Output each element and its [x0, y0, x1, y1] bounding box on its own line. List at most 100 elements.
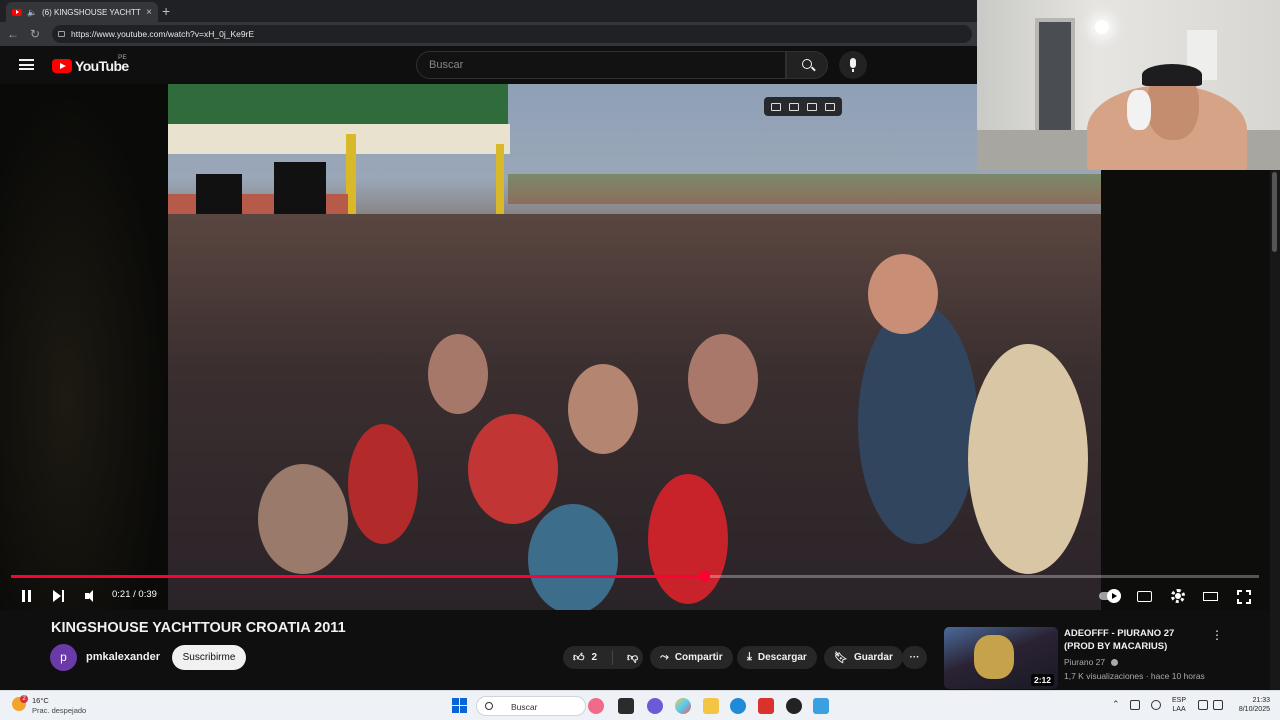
subscribe-button[interactable]: Suscribirme — [172, 645, 246, 670]
reload-icon[interactable]: ↻ — [24, 27, 46, 41]
share-button[interactable]: ⤳ Compartir — [650, 646, 733, 669]
taskbar-search[interactable]: Buscar — [476, 696, 586, 716]
pause-icon[interactable] — [20, 583, 34, 607]
settings-gear-icon[interactable] — [1170, 583, 1186, 607]
search-input[interactable]: Buscar — [416, 51, 786, 79]
video-title: KINGSHOUSE YACHTTOUR CROATIA 2011 — [51, 620, 346, 636]
autoplay-toggle[interactable] — [1099, 583, 1123, 607]
back-arrow-icon[interactable]: ← — [2, 27, 24, 41]
youtube-logo[interactable]: YouTube PE — [52, 54, 129, 74]
headphones-icon — [1127, 90, 1151, 130]
crowd-head-3 — [428, 334, 488, 414]
time-display: 0:21 / 0:39 — [112, 589, 157, 600]
recommendation-thumbnail[interactable]: 2:12 — [944, 627, 1058, 689]
wifi-icon[interactable] — [1198, 700, 1208, 710]
keyboard-layout: LAA — [1172, 706, 1186, 713]
channel-name[interactable]: pmkalexander — [86, 651, 160, 663]
new-tab-button[interactable]: + — [162, 3, 170, 19]
player-letterbox-right — [1101, 170, 1270, 610]
volume-icon[interactable] — [84, 583, 100, 607]
search-icon — [802, 59, 812, 69]
audio-playing-icon[interactable]: 🔈 — [27, 8, 37, 17]
youtube-header: YouTube PE Buscar — [0, 46, 980, 84]
url-text: https://www.youtube.com/watch?v=xH_0j_Ke… — [71, 29, 255, 39]
streamer-hair — [1142, 64, 1202, 86]
blue-shirt-man — [858, 304, 978, 544]
bookmark-icon: 🔖︎ — [834, 652, 848, 664]
url-field[interactable]: https://www.youtube.com/watch?v=xH_0j_Ke… — [52, 25, 972, 43]
progress-played — [11, 575, 704, 578]
save-label: Guardar — [853, 652, 893, 663]
speaker-icon[interactable] — [1213, 700, 1223, 710]
thumbs-up-icon: 👍︎ — [573, 652, 585, 664]
tray-app-icon[interactable] — [1130, 700, 1140, 710]
voice-search-button[interactable] — [839, 51, 867, 79]
recommendation-menu-icon[interactable]: ⋮ — [1211, 628, 1223, 642]
player-letterbox-left — [0, 84, 168, 610]
video-overlay-toolbar[interactable] — [764, 97, 842, 116]
language-code: ESP — [1172, 697, 1187, 704]
download-button[interactable]: ⤓ Descargar — [737, 646, 817, 669]
download-label: Descargar — [757, 652, 807, 663]
ceiling-light — [1095, 20, 1109, 34]
youtube-favicon-icon — [12, 8, 22, 16]
channel-avatar[interactable]: p — [50, 644, 77, 671]
youtube-play-icon — [52, 59, 72, 73]
hamburger-menu-icon[interactable] — [19, 59, 34, 70]
player-controls: 0:21 / 0:39 — [0, 580, 1270, 610]
chevron-up-icon[interactable]: ⌃ — [1112, 699, 1120, 710]
microphone-icon[interactable] — [1151, 700, 1161, 710]
like-button[interactable]: 👍︎ 2 — [563, 650, 613, 665]
taskbar-search-label: Buscar — [511, 702, 538, 712]
edge-browser-icon[interactable] — [730, 698, 746, 714]
tent-canopy — [168, 124, 510, 154]
fullscreen-icon[interactable] — [1236, 583, 1252, 607]
red-shirt — [468, 414, 558, 524]
autoplay-icon — [1107, 589, 1121, 603]
task-view-icon[interactable] — [618, 698, 634, 714]
recommendation-title[interactable]: ADEOFFF - PIURANO 27 (PROD BY MACARIUS) — [1064, 628, 1206, 653]
recommendation-channel-name: Piurano 27 — [1064, 657, 1106, 667]
translate-icon[interactable] — [825, 102, 835, 111]
share-label: Compartir — [674, 652, 723, 663]
picture-in-picture-icon[interactable] — [771, 102, 781, 111]
recommendation-channel[interactable]: Piurano 27 — [1064, 657, 1118, 667]
webcam-overlay — [977, 0, 1280, 170]
theater-mode-icon[interactable] — [1203, 583, 1219, 607]
clock-time: 21:33 — [1252, 697, 1270, 704]
crowd-body — [258, 464, 348, 574]
recommendation-duration: 2:12 — [1030, 674, 1054, 686]
browser-tab[interactable]: 🔈 (6) KINGSHOUSE YACHTTOUR × — [6, 2, 158, 22]
discord-icon[interactable] — [647, 698, 663, 714]
save-button[interactable]: 🔖︎ Guardar — [824, 646, 903, 669]
next-video-icon[interactable] — [52, 583, 66, 607]
windows-taskbar: 2 16°C Prac. despejado Buscar ⌃ ESP LAA … — [0, 690, 1280, 720]
share-icon: ⤳ — [660, 651, 669, 663]
weather-description[interactable]: Prac. despejado — [32, 706, 86, 715]
microphone-icon — [850, 58, 856, 68]
download-icon: ⤓ — [747, 651, 752, 663]
chrome-icon[interactable] — [786, 698, 802, 714]
file-explorer-icon[interactable] — [703, 698, 719, 714]
video-frame[interactable] — [168, 84, 1101, 610]
capture-icon[interactable] — [789, 102, 799, 111]
blonde-woman — [968, 344, 1088, 574]
tab-close-icon[interactable]: × — [146, 7, 152, 18]
clock[interactable]: 21:33 8/10/2025 — [1230, 696, 1270, 714]
search-icon — [485, 702, 493, 710]
weather-temperature[interactable]: 16°C — [32, 696, 49, 705]
more-actions-button[interactable]: ··· — [902, 646, 927, 669]
subtitles-icon[interactable] — [1137, 583, 1153, 607]
windows-start-icon[interactable] — [452, 698, 468, 714]
scrollbar-thumb[interactable] — [1272, 172, 1277, 252]
site-info-icon[interactable] — [58, 31, 65, 37]
language-indicator[interactable]: ESP LAA — [1172, 696, 1186, 714]
dislike-button[interactable]: 👎︎ — [619, 651, 638, 664]
edit-icon[interactable] — [807, 102, 817, 111]
copilot-icon[interactable] — [675, 698, 691, 714]
thumbs-down-icon: 👎︎ — [627, 652, 639, 664]
search-button[interactable] — [786, 51, 828, 79]
app-icon[interactable] — [588, 698, 604, 714]
wps-office-icon[interactable] — [758, 698, 774, 714]
notepad-icon[interactable] — [813, 698, 829, 714]
